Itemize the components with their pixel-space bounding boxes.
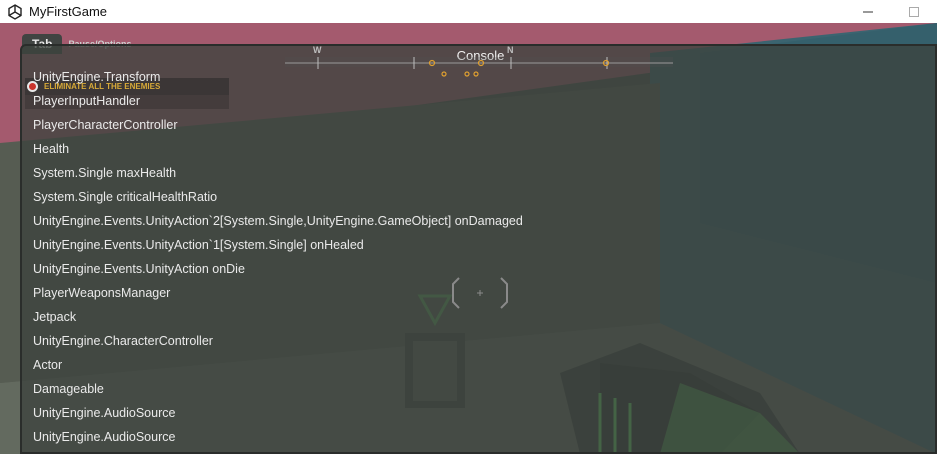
console-entry[interactable]: Jetpack: [33, 309, 523, 333]
console-entry[interactable]: UnityEngine.AudioSource: [33, 429, 523, 453]
console-entry[interactable]: Actor: [33, 357, 523, 381]
maximize-icon[interactable]: [891, 0, 937, 23]
compass-north-label: N: [507, 45, 514, 55]
unity-icon: [4, 1, 26, 23]
crosshair-icon: [452, 277, 508, 309]
console-entry[interactable]: PlayerInputHandler: [33, 93, 523, 117]
console-entry[interactable]: UnityEngine.Events.UnityAction onDie: [33, 261, 523, 285]
console-entry-list: UnityEngine.Transform PlayerInputHandler…: [33, 69, 523, 453]
window-controls: [845, 0, 937, 23]
console-entry[interactable]: UnityEngine.Transform: [33, 69, 523, 93]
window-title: MyFirstGame: [29, 4, 107, 19]
console-entry[interactable]: System.Single criticalHealthRatio: [33, 189, 523, 213]
window-titlebar: MyFirstGame: [0, 0, 937, 23]
console-entry[interactable]: Damageable: [33, 381, 523, 405]
minimize-icon[interactable]: [845, 0, 891, 23]
console-entry[interactable]: UnityEngine.AudioSource: [33, 405, 523, 429]
console-entry[interactable]: UnityEngine.Events.UnityAction`1[System.…: [33, 237, 523, 261]
console-entry[interactable]: Health: [33, 141, 523, 165]
console-entry[interactable]: UnityEngine.Events.UnityAction`2[System.…: [33, 213, 523, 237]
console-entry[interactable]: PlayerWeaponsManager: [33, 285, 523, 309]
console-entry[interactable]: UnityEngine.CharacterController: [33, 333, 523, 357]
console-entry[interactable]: System.Single maxHealth: [33, 165, 523, 189]
console-entry[interactable]: PlayerCharacterController: [33, 117, 523, 141]
compass-west-label: W: [313, 45, 322, 55]
